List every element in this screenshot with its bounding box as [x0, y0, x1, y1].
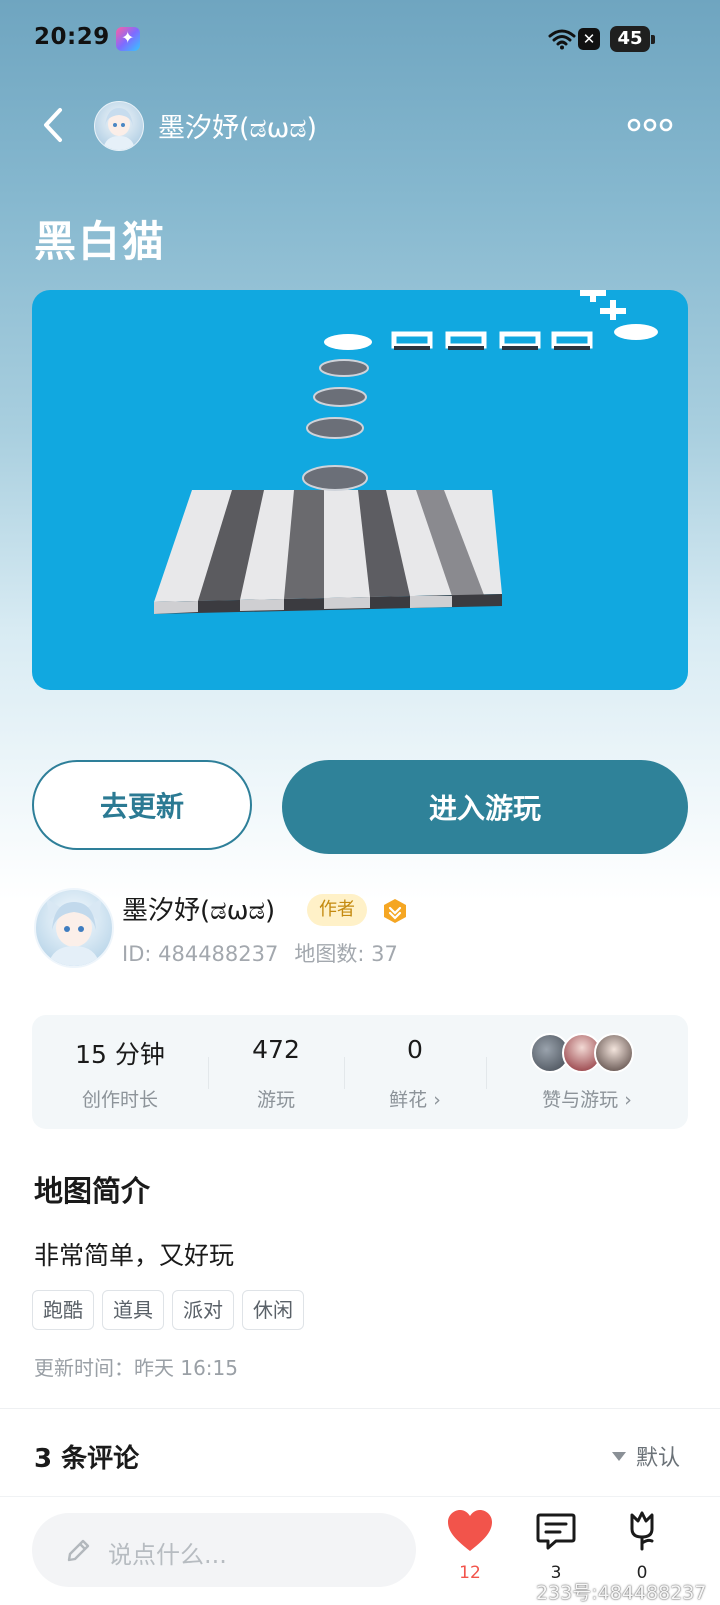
- stat-plays-label: 游玩: [256, 1089, 295, 1111]
- avatar-illustration: [103, 108, 135, 150]
- comment-placeholder: 说点什么...: [108, 1541, 227, 1569]
- map-title: 黑白猫: [34, 217, 167, 266]
- author-meta: ID: 484488237 地图数: 37: [122, 938, 414, 968]
- watermark-text: 233号:484488237: [536, 1582, 707, 1604]
- pencil-icon: [67, 1539, 90, 1562]
- intro-description: 非常简单，又好玩: [34, 1241, 235, 1270]
- header-author-avatar[interactable]: [94, 101, 144, 151]
- play-button[interactable]: 进入游玩: [282, 760, 688, 854]
- intro-title: 地图简介: [34, 1174, 151, 1208]
- comment-sort-toggle[interactable]: 默认: [612, 1440, 680, 1472]
- section-separator: [0, 1408, 720, 1409]
- tag-item[interactable]: 休闲: [242, 1290, 304, 1330]
- stat-likes[interactable]: 赞与游玩 ›: [486, 1015, 688, 1129]
- header-author-name[interactable]: 墨汐妤(ಡωಡ): [158, 106, 317, 145]
- author-name[interactable]: 墨汐妤(ಡωಡ): [122, 890, 275, 927]
- update-button[interactable]: 去更新: [32, 760, 252, 850]
- map-preview-image[interactable]: [32, 290, 688, 690]
- tag-item[interactable]: 派对: [172, 1290, 234, 1330]
- comment-icon: [536, 1513, 576, 1550]
- stat-duration-value: 15 分钟: [75, 1040, 165, 1069]
- flower-icon: [630, 1511, 654, 1551]
- flower-button[interactable]: 0: [612, 1509, 672, 1583]
- stat-plays: 472 游玩: [208, 1015, 344, 1129]
- status-time: 20:29: [34, 24, 110, 50]
- update-time: 更新时间：昨天 16:15: [34, 1356, 238, 1380]
- wifi-icon: [548, 29, 576, 50]
- author-avatar[interactable]: [34, 888, 114, 968]
- tag-item[interactable]: 道具: [102, 1290, 164, 1330]
- back-button[interactable]: [30, 100, 80, 150]
- more-options-button[interactable]: [626, 110, 676, 140]
- author-id: ID: 484488237: [122, 942, 279, 966]
- comment-button[interactable]: 3: [526, 1509, 586, 1583]
- triangle-down-icon: [612, 1451, 626, 1461]
- comments-count-title: 3 条评论: [34, 1444, 140, 1474]
- author-map-count: 地图数: 37: [294, 942, 398, 966]
- liker-avatar: [594, 1033, 634, 1073]
- battery-tip: [651, 35, 655, 44]
- preview-scene: [154, 290, 658, 614]
- tag-list: 跑酷 道具 派对 休闲: [32, 1290, 304, 1330]
- stat-plays-value: 472: [252, 1035, 300, 1064]
- stat-flowers-value: 0: [407, 1035, 423, 1064]
- stat-flowers[interactable]: 0 鲜花 ›: [344, 1015, 486, 1129]
- comment-input[interactable]: 说点什么...: [32, 1513, 416, 1587]
- comment-sort-label: 默认: [636, 1446, 681, 1471]
- x-app-icon: ✕: [578, 28, 600, 50]
- creator-medal-icon: [384, 899, 406, 923]
- status-bar: 20:29 ✕ 45: [0, 0, 720, 80]
- stat-duration: 15 分钟 创作时长: [32, 1015, 208, 1129]
- heart-icon: [448, 1510, 492, 1551]
- like-button[interactable]: 12: [440, 1509, 500, 1583]
- battery-icon: 45: [610, 26, 650, 52]
- stat-likes-label: 赞与游玩 ›: [542, 1089, 632, 1111]
- tag-item[interactable]: 跑酷: [32, 1290, 94, 1330]
- author-role-badge: 作者: [307, 894, 367, 926]
- app-notification-icon: [116, 27, 140, 51]
- avatar-illustration: [46, 898, 102, 966]
- like-count: 12: [459, 1563, 481, 1583]
- stat-flowers-label: 鲜花 ›: [389, 1089, 441, 1111]
- stat-duration-label: 创作时长: [81, 1089, 158, 1111]
- stats-card: 15 分钟 创作时长 472 游玩 0 鲜花 › 赞与游玩 ›: [32, 1015, 688, 1129]
